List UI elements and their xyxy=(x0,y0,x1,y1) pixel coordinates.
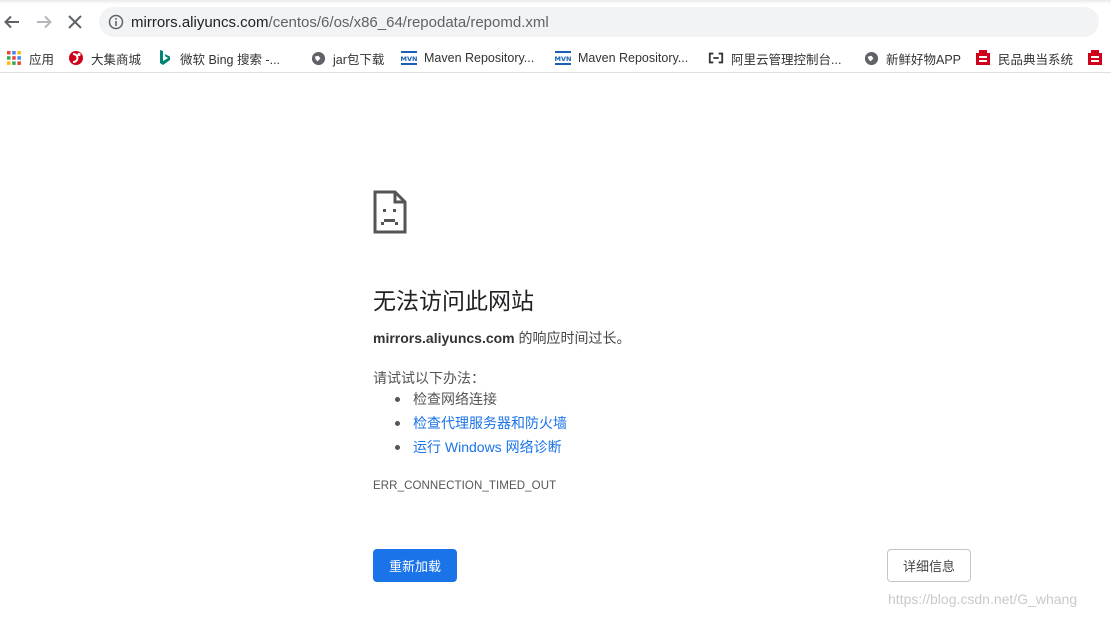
toolbar-shadow xyxy=(0,0,1111,4)
pawn-icon xyxy=(975,50,991,66)
svg-text:MVN: MVN xyxy=(401,55,417,63)
address-bar[interactable]: mirrors.aliyuncs.com/centos/6/os/x86_64/… xyxy=(99,7,1099,37)
bookmark-label: 民品典当系统 xyxy=(998,52,1074,67)
bookmark-jar-download[interactable]: jar包下载 xyxy=(310,44,384,72)
error-host: mirrors.aliyuncs.com xyxy=(373,330,515,346)
bookmark-label: 新鲜好物APP xyxy=(886,52,962,67)
mvn-icon: MVN xyxy=(401,50,417,66)
error-title: 无法访问此网站 xyxy=(373,288,534,314)
bookmark-fresh-app[interactable]: 新鲜好物APP xyxy=(863,44,961,72)
bookmark-label: jar包下载 xyxy=(333,52,385,67)
stop-loading-button[interactable] xyxy=(63,10,87,34)
suggestions-label: 请试试以下办法： xyxy=(373,370,485,386)
error-code: ERR_CONNECTION_TIMED_OUT xyxy=(373,480,557,492)
store-icon xyxy=(68,50,84,66)
bookmark-maven-2[interactable]: MVN Maven Repository... xyxy=(555,44,688,72)
mvn-icon: MVN xyxy=(555,50,571,66)
bookmarks-bar: 应用 大集商城 微软 Bing 搜索 -... jar包下载 MVN Maven… xyxy=(0,44,1111,73)
url-text[interactable]: mirrors.aliyuncs.com/centos/6/os/x86_64/… xyxy=(131,14,549,31)
bookmark-label: 微软 Bing 搜索 -... xyxy=(180,52,281,67)
bookmark-overflow[interactable] xyxy=(1087,44,1110,72)
url-host: mirrors.aliyuncs.com xyxy=(131,13,269,31)
bookmark-pawn-system[interactable]: 民品典当系统 xyxy=(975,44,1073,72)
bookmark-daji-mall[interactable]: 大集商城 xyxy=(68,44,141,72)
bookmark-apps[interactable]: 应用 xyxy=(6,44,54,72)
bullet xyxy=(395,421,400,426)
bing-icon xyxy=(157,50,173,66)
bookmark-maven-1[interactable]: MVN Maven Repository... xyxy=(401,44,534,72)
apps-grid-icon xyxy=(6,50,22,66)
details-button[interactable]: 详细信息 xyxy=(887,549,971,582)
reload-button[interactable]: 重新加载 xyxy=(373,549,457,582)
globe-icon xyxy=(310,50,326,66)
bookmark-label: 大集商城 xyxy=(91,52,142,67)
arrow-right-icon xyxy=(37,15,52,29)
sad-document-icon xyxy=(373,190,407,234)
browser-toolbar: mirrors.aliyuncs.com/centos/6/os/x86_64/… xyxy=(0,0,1111,44)
forward-button[interactable] xyxy=(32,10,56,34)
check-proxy-link[interactable]: 检查代理服务器和防火墙 xyxy=(413,414,567,432)
svg-text:MVN: MVN xyxy=(555,55,571,63)
url-path: /centos/6/os/x86_64/repodata/repomd.xml xyxy=(268,13,549,31)
bookmark-label: 应用 xyxy=(29,52,55,67)
globe-icon xyxy=(863,50,879,66)
run-diagnostics-link[interactable]: 运行 Windows 网络诊断 xyxy=(413,438,562,456)
error-description-text: 的响应时间过长。 xyxy=(514,330,631,346)
aliyun-icon xyxy=(708,50,724,66)
pawn-icon xyxy=(1087,50,1103,66)
info-icon[interactable] xyxy=(107,13,125,31)
suggestion-text: 检查网络连接 xyxy=(413,391,497,407)
bookmark-label: Maven Repository... xyxy=(578,51,689,65)
watermark: https://blog.csdn.net/G_whang xyxy=(888,591,1078,607)
bookmark-aliyun-console[interactable]: 阿里云管理控制台... xyxy=(708,44,841,72)
bookmark-bing[interactable]: 微软 Bing 搜索 -... xyxy=(157,44,280,72)
bookmark-label: 阿里云管理控制台... xyxy=(731,52,842,67)
error-description: mirrors.aliyuncs.com 的响应时间过长。 xyxy=(373,328,631,348)
bullet xyxy=(395,445,400,450)
back-button[interactable] xyxy=(0,10,24,34)
bullet xyxy=(395,397,400,402)
arrow-left-icon xyxy=(4,15,19,29)
bookmark-label: Maven Repository... xyxy=(424,51,535,65)
close-icon xyxy=(68,15,82,29)
